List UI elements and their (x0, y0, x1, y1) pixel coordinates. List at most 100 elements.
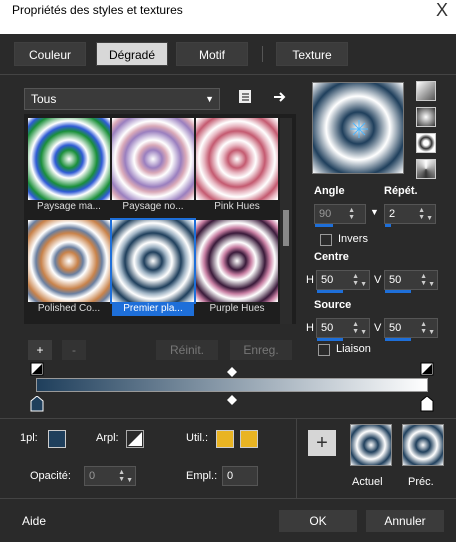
invert-checkbox[interactable] (320, 234, 332, 246)
use-foreground-swatch[interactable] (216, 430, 234, 448)
current-gradient-swatch[interactable] (350, 424, 392, 466)
stop-color-swatch[interactable] (48, 430, 66, 448)
stop-position-icon[interactable] (126, 430, 144, 448)
opacity-spinner[interactable]: 0 ▲ ▼ ▼ (84, 466, 136, 486)
dropdown-arrow-icon[interactable]: ▼ (126, 472, 133, 490)
center-h-label: H (306, 274, 314, 286)
gallery-scrollbar[interactable] (280, 118, 292, 324)
section-divider (0, 418, 456, 419)
use-colors-label: Util.: (186, 432, 208, 444)
preset-label-selected: Premier pla... (112, 302, 194, 316)
tab-texture[interactable]: Texture (276, 42, 348, 66)
source-v-value: 50 (389, 322, 402, 334)
cancel-button[interactable]: Annuler (366, 510, 444, 532)
dropdown-arrow-icon[interactable]: ▼ (360, 276, 367, 294)
repeat-label: Répét. (384, 185, 418, 197)
use-background-swatch[interactable] (240, 430, 258, 448)
rectangular-gradient-style-icon[interactable] (416, 107, 436, 127)
ok-button[interactable]: OK (279, 510, 357, 532)
link-checkbox[interactable] (318, 344, 330, 356)
radial-gradient-style-icon[interactable] (416, 159, 436, 179)
link-label: Liaison (336, 343, 371, 355)
spin-arrows-icon: ▲ ▼ (420, 321, 427, 335)
gradient-start-marker-icon[interactable] (30, 362, 44, 376)
stop-color-label: 1pl: (20, 432, 38, 444)
close-icon[interactable]: X (436, 0, 448, 21)
center-h-spinner[interactable]: 50 ▲ ▼ ▼ (316, 270, 370, 293)
title-bar: Propriétés des styles et textures X (0, 0, 456, 34)
repeat-spinner[interactable]: 2 ▲ ▼ ▼ (384, 204, 436, 227)
sunburst-gradient-style-icon[interactable] (416, 133, 436, 153)
source-h-value: 50 (321, 322, 334, 334)
stop-position-label: Arpl: (96, 432, 119, 444)
center-v-value: 50 (389, 274, 402, 286)
repeat-value: 2 (389, 208, 396, 220)
reset-button[interactable]: Réinit. (156, 340, 218, 360)
spin-arrows-icon: ▲ ▼ (420, 273, 427, 287)
preset-label: Pink Hues (214, 201, 260, 212)
remove-preset-button[interactable]: - (62, 340, 86, 360)
preset-gallery: Paysage ma... Paysage no... Pink Hues Po… (24, 114, 296, 324)
spin-arrows-icon: ▲ ▼ (418, 207, 425, 221)
spin-arrows-icon: ▲ ▼ (352, 321, 359, 335)
location-field[interactable]: 0 (222, 466, 258, 486)
previous-gradient-swatch[interactable] (402, 424, 444, 466)
preset-thumbnail-pink-hues[interactable] (196, 118, 278, 200)
gradient-preview[interactable] (312, 82, 404, 174)
preset-thumbnail-polished-co[interactable] (28, 220, 110, 302)
center-h-value: 50 (321, 274, 334, 286)
preset-file-icon[interactable] (238, 89, 254, 105)
gradient-midpoint-bottom-icon[interactable] (227, 395, 237, 405)
center-crosshair-icon (350, 120, 368, 138)
color-stop-start-icon[interactable] (30, 396, 44, 412)
gradient-end-marker-icon[interactable] (420, 362, 434, 376)
arrow-right-icon[interactable] (272, 89, 288, 105)
source-h-spinner[interactable]: 50 ▲ ▼ ▼ (316, 318, 370, 341)
tab-separator (262, 46, 263, 62)
preset-label: Purple Hues (209, 303, 265, 314)
preset-thumbnail-paysage-no[interactable] (112, 118, 194, 200)
linear-gradient-style-icon[interactable] (416, 81, 436, 101)
help-button[interactable]: Aide (22, 514, 46, 528)
dropdown-arrow-icon[interactable]: ▼ (428, 276, 435, 294)
category-value: Tous (31, 92, 57, 106)
spin-arrows-icon: ▲ ▼ (348, 207, 355, 221)
tab-couleur[interactable]: Couleur (14, 42, 86, 66)
source-v-spinner[interactable]: 50 ▲ ▼ ▼ (384, 318, 438, 341)
angle-spinner[interactable]: 90 ▲ ▼ (314, 204, 366, 227)
gradient-editor-bar[interactable] (36, 378, 428, 392)
color-stop-end-icon[interactable] (420, 396, 434, 412)
preset-thumbnail-purple-hues[interactable] (196, 220, 278, 302)
angle-value: 90 (319, 208, 332, 220)
current-label: Actuel (352, 476, 383, 488)
center-v-label: V (374, 274, 382, 286)
angle-dropdown-arrow-icon[interactable]: ▼ (370, 207, 379, 217)
center-h-slider-bar (317, 290, 343, 293)
save-preset-button[interactable]: Enreg. (230, 340, 292, 360)
add-to-swatches-button[interactable]: + (308, 430, 336, 456)
previous-label: Préc. (408, 476, 434, 488)
preset-thumbnail-paysage-ma[interactable] (28, 118, 110, 200)
spin-arrows-icon: ▲ ▼ (352, 273, 359, 287)
tab-motif[interactable]: Motif (176, 42, 248, 66)
dropdown-arrow-icon[interactable]: ▼ (360, 324, 367, 342)
scrollbar-thumb[interactable] (283, 210, 289, 246)
center-label: Centre (314, 251, 349, 263)
center-v-slider-bar (385, 290, 411, 293)
opacity-label: Opacité: (30, 470, 71, 482)
repeat-dropdown-arrow-icon[interactable]: ▼ (426, 210, 433, 228)
dialog-body: Couleur Dégradé Motif Texture Tous ▼ Pay… (0, 34, 456, 542)
add-preset-button[interactable]: + (28, 340, 52, 360)
preset-thumbnail-premier-pla[interactable] (110, 218, 196, 304)
invert-label: Invers (338, 233, 368, 245)
tab-degrade[interactable]: Dégradé (96, 42, 168, 66)
chevron-down-icon: ▼ (205, 94, 214, 104)
dropdown-arrow-icon[interactable]: ▼ (428, 324, 435, 342)
preset-label: Paysage no... (122, 201, 184, 212)
source-v-label: V (374, 322, 382, 334)
center-v-spinner[interactable]: 50 ▲ ▼ ▼ (384, 270, 438, 293)
section-divider-vertical (296, 418, 297, 498)
gradient-midpoint-top-icon[interactable] (227, 367, 237, 377)
preset-label: Polished Co... (37, 303, 101, 314)
category-dropdown[interactable]: Tous ▼ (24, 88, 220, 110)
